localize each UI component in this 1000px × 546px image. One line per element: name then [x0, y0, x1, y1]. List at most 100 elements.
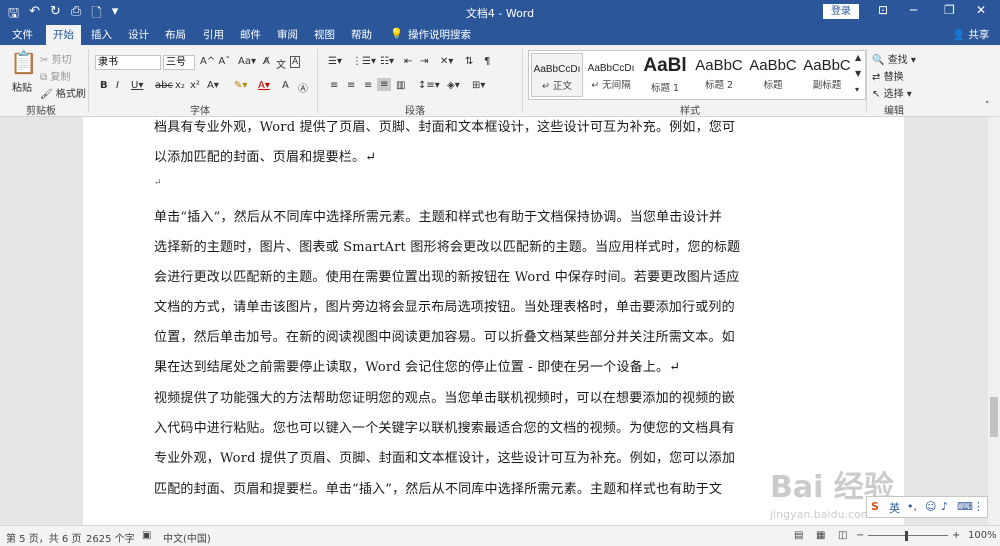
copy-button[interactable]: ⧉ 复制	[40, 68, 70, 83]
style-normal[interactable]: AaBbCcDı ↵ 正文	[531, 53, 583, 97]
change-case-button[interactable]: Aa▾	[238, 56, 256, 67]
show-marks-button[interactable]: ¶	[484, 56, 490, 67]
zoom-slider[interactable]	[868, 535, 948, 536]
strikethrough-button[interactable]: abc	[155, 80, 173, 91]
clear-format-button[interactable]: A̸	[263, 56, 270, 67]
decrease-indent-button[interactable]: ⇤	[404, 56, 412, 67]
ime-language[interactable]: 英	[889, 500, 900, 516]
print-layout-icon[interactable]: ▦	[816, 530, 825, 541]
minimize-button[interactable]: ─	[910, 3, 917, 17]
sort-button[interactable]: ⇅	[465, 56, 473, 67]
borders-button[interactable]: ⊞▾	[472, 80, 485, 91]
style-heading-1[interactable]: AaBl 标题 1	[639, 53, 691, 97]
numbering-button[interactable]: ⋮☰▾	[352, 56, 376, 67]
login-button[interactable]: 登录	[823, 4, 859, 19]
char-border-button[interactable]: A	[290, 56, 301, 68]
zoom-slider-thumb[interactable]	[905, 531, 908, 541]
distributed-button[interactable]: ▥	[396, 80, 405, 91]
word-count[interactable]: 2625 个字	[86, 530, 135, 545]
select-button[interactable]: ↖ 选择 ▾	[872, 85, 912, 100]
subscript-button[interactable]: x₂	[175, 80, 185, 91]
underline-button[interactable]: U▾	[131, 80, 143, 91]
select-label: 选择	[883, 89, 904, 100]
tell-me-search[interactable]: 操作说明搜索	[408, 27, 471, 42]
font-size-select[interactable]: 三号	[163, 55, 195, 70]
tab-home[interactable]: 开始	[46, 25, 81, 45]
punctuation-icon[interactable]: •,	[907, 500, 917, 513]
style-subtitle[interactable]: AaBbC 副标题	[801, 53, 853, 97]
multilevel-list-button[interactable]: ☷▾	[380, 56, 394, 67]
replace-label: 替换	[883, 72, 904, 83]
style-title[interactable]: AaBbC 标题	[747, 53, 799, 97]
cut-label: 剪切	[51, 55, 72, 66]
bold-button[interactable]: B	[100, 80, 108, 91]
proofing-icon[interactable]: ▣	[142, 530, 151, 541]
italic-button[interactable]: I	[116, 80, 119, 91]
highlight-button[interactable]: ✎▾	[234, 80, 247, 91]
copy-label: 复制	[50, 72, 71, 83]
shading-button[interactable]: ◈▾	[447, 80, 460, 91]
sogou-logo-icon: S	[871, 500, 879, 513]
share-button[interactable]: 👤 共享	[952, 27, 989, 42]
clipboard-group-label: 剪贴板	[26, 106, 56, 117]
find-button[interactable]: 🔍 查找 ▾	[872, 51, 916, 66]
paste-button[interactable]: 粘贴	[12, 79, 32, 94]
close-button[interactable]: ✕	[976, 3, 986, 17]
grow-font-button[interactable]: A^ Aˇ	[200, 56, 230, 67]
align-left-button[interactable]: ≡	[330, 80, 338, 91]
emoji-icon[interactable]: ☺	[925, 500, 936, 513]
style-preview: AaBbC	[803, 57, 851, 74]
styles-more-icon[interactable]: ▾	[855, 85, 859, 94]
language-status[interactable]: 中文(中国)	[163, 530, 211, 545]
tab-review[interactable]: 审阅	[277, 27, 298, 42]
lightbulb-icon: 💡	[390, 28, 404, 40]
tab-help[interactable]: 帮助	[351, 27, 372, 42]
tab-design[interactable]: 设计	[128, 27, 149, 42]
ribbon-display-icon[interactable]: ⊡	[878, 3, 888, 17]
char-shading-button[interactable]: A	[282, 80, 289, 91]
vertical-scrollbar[interactable]	[988, 117, 1000, 525]
line-spacing-button[interactable]: ↕≡▾	[418, 80, 440, 91]
tab-insert[interactable]: 插入	[91, 27, 112, 42]
style-no-spacing[interactable]: AaBbCcDı ↵ 无间隔	[585, 53, 637, 97]
tab-view[interactable]: 视图	[314, 27, 335, 42]
ime-toolbar[interactable]: S 英 •, ☺ ♪ ⌨ ⋮	[866, 496, 988, 518]
align-center-button[interactable]: ≡	[347, 80, 355, 91]
bullets-button[interactable]: ☰▾	[328, 56, 342, 67]
increase-indent-button[interactable]: ⇥	[420, 56, 428, 67]
page-count[interactable]: 第 5 页，共 6 页	[6, 530, 81, 545]
zoom-out-button[interactable]: −	[856, 530, 864, 541]
zoom-level[interactable]: 100%	[968, 530, 997, 541]
justify-button[interactable]: ≡	[377, 78, 392, 91]
maximize-button[interactable]: ❐	[944, 3, 955, 17]
format-painter-button[interactable]: 🖌 格式刷	[40, 85, 86, 100]
replace-button[interactable]: ⇄ 替换	[872, 68, 904, 83]
keyboard-icon[interactable]: ⌨	[957, 500, 973, 513]
enclose-char-button[interactable]: Ⓐ	[298, 80, 308, 95]
style-preview: AaBbC	[695, 57, 743, 74]
align-right-button[interactable]: ≡	[364, 80, 372, 91]
ime-menu-icon[interactable]: ⋮	[973, 500, 984, 513]
chinese-layout-button[interactable]: ✕▾	[440, 56, 453, 67]
tab-file[interactable]: 文件	[12, 27, 33, 42]
microphone-icon[interactable]: ♪	[941, 500, 948, 513]
text-effects-button[interactable]: A▾	[207, 80, 219, 91]
styles-scroll-down-icon[interactable]: ▼	[855, 69, 861, 78]
superscript-button[interactable]: x²	[190, 80, 200, 91]
styles-scroll-up-icon[interactable]: ▲	[855, 53, 861, 62]
tab-mailings[interactable]: 邮件	[240, 27, 261, 42]
style-heading-2[interactable]: AaBbC 标题 2	[693, 53, 745, 97]
web-layout-icon[interactable]: ◫	[838, 530, 847, 541]
font-name-select[interactable]: 隶书	[95, 55, 161, 70]
text-line: 入代码中进行粘贴。您也可以键入一个关键字以联机搜索最适合您的文档的视频。为使您的…	[154, 421, 735, 436]
cut-button[interactable]: ✂ 剪切	[40, 51, 72, 66]
font-color-button[interactable]: A▾	[258, 80, 270, 91]
collapse-ribbon-icon[interactable]: ˄	[985, 101, 990, 111]
scrollbar-thumb[interactable]	[990, 397, 998, 437]
read-mode-icon[interactable]: ▤	[794, 530, 803, 541]
paste-icon[interactable]: 📋	[10, 51, 37, 76]
zoom-in-button[interactable]: +	[952, 530, 960, 541]
tab-layout[interactable]: 布局	[165, 27, 186, 42]
tab-references[interactable]: 引用	[203, 27, 224, 42]
phonetic-guide-button[interactable]: 文	[276, 56, 286, 71]
